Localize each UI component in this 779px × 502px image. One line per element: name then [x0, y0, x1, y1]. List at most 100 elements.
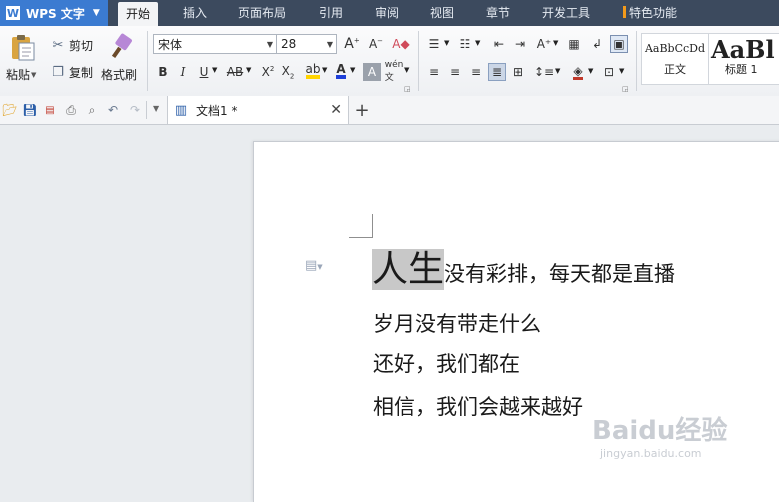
line-spacing-button[interactable]: ↕≡ [534, 63, 554, 81]
paragraph-dialog-launcher-icon[interactable]: ◲ [622, 85, 629, 93]
tab-special-features[interactable]: 特色功能 [615, 0, 685, 26]
chevron-down-icon[interactable]: ▼ [555, 67, 560, 75]
print-button[interactable]: ⎙ [62, 101, 80, 119]
ribbon-divider [418, 31, 419, 91]
italic-icon: I [180, 65, 186, 79]
chevron-down-icon[interactable]: ▼ [444, 39, 449, 47]
open-folder-button[interactable]: 📂︎ [1, 101, 19, 119]
distributed-button[interactable]: ⊞ [509, 63, 527, 81]
clear-format-button[interactable]: A◆ [392, 35, 410, 53]
margin-corner-mark [372, 214, 373, 238]
decrease-indent-icon: ⇤ [493, 37, 505, 51]
table-button[interactable]: ▦ [565, 35, 583, 53]
bold-button[interactable]: B [154, 63, 172, 81]
print-preview-button[interactable]: ⌕ [83, 101, 101, 119]
document-tab[interactable]: ▥ 文档1 * ✕ [167, 96, 349, 124]
style-heading1[interactable]: AaBl 标题 1 [708, 33, 779, 85]
tab-page-layout[interactable]: 页面布局 [230, 0, 294, 26]
chevron-down-icon[interactable]: ▼ [475, 39, 480, 47]
tab-insert[interactable]: 插入 [175, 0, 215, 26]
align-left-button[interactable]: ≡ [425, 63, 443, 81]
chevron-down-icon[interactable]: ▼ [404, 66, 409, 74]
font-name-value: 宋体 [158, 37, 183, 52]
chevron-down-icon[interactable]: ▼ [322, 66, 327, 74]
style-normal[interactable]: AaBbCcDd 正文 [641, 33, 709, 85]
doc-line-1[interactable]: 人生没有彩排，每天都是直播 [372, 240, 675, 292]
doc-line-3[interactable]: 还好，我们都在 [373, 348, 520, 378]
align-center-icon: ≡ [449, 65, 461, 79]
borders-button[interactable]: ⊡ [600, 63, 618, 81]
tab-section[interactable]: 章节 [478, 0, 518, 26]
underline-button[interactable]: U [195, 63, 213, 81]
grow-font-icon: A+ [344, 36, 360, 52]
undo-icon: ↶ [107, 103, 119, 117]
doc-line-4[interactable]: 相信，我们会越来越好 [373, 391, 583, 421]
copy-button[interactable]: ❐ 复制 [50, 64, 93, 81]
export-pdf-button[interactable]: ▤ [41, 101, 59, 119]
ribbon-divider [636, 31, 637, 91]
shrink-font-button[interactable]: A− [367, 35, 385, 53]
selected-text[interactable]: 人生 [372, 249, 445, 290]
format-painter-button[interactable] [108, 33, 134, 61]
paragraph-mark-icon: ↲ [591, 37, 603, 51]
text-direction-button[interactable]: ▣ [610, 35, 628, 53]
grow-font-button[interactable]: A+ [343, 35, 361, 53]
paste-button[interactable] [9, 33, 39, 63]
paste-label: 粘贴 [6, 68, 31, 82]
save-button[interactable]: 💾︎ [21, 101, 39, 119]
superscript-button[interactable]: X2 [259, 63, 277, 81]
font-color-button[interactable]: A [332, 62, 350, 80]
phonetic-guide-button[interactable]: wén 文 [384, 59, 404, 83]
align-right-button[interactable]: ≡ [467, 63, 485, 81]
orange-marker-icon [623, 6, 626, 18]
chevron-down-icon: ▼ [92, 8, 100, 18]
chevron-down-icon[interactable]: ▼ [588, 67, 593, 75]
shading-button[interactable]: ◈ [569, 63, 587, 81]
tab-review[interactable]: 审阅 [367, 0, 407, 26]
undo-button[interactable]: ↶ [104, 101, 122, 119]
chevron-down-icon[interactable]: ▼ [246, 66, 251, 74]
cut-button[interactable]: ✂ 剪切 [50, 37, 93, 54]
close-icon[interactable]: ✕ [330, 102, 342, 118]
font-size-select[interactable]: 28 ▼ [276, 34, 337, 54]
print-preview-icon: ⌕ [88, 102, 96, 117]
numbered-list-button[interactable]: ☷ [456, 35, 474, 53]
show-hide-marks-button[interactable]: ↲ [588, 35, 606, 53]
tab-home[interactable]: 开始 [118, 2, 159, 26]
tab-references[interactable]: 引用 [311, 0, 351, 26]
font-name-select[interactable]: 宋体 ▼ [153, 34, 277, 54]
phonetic-guide-icon: wén 文 [384, 59, 404, 83]
font-dialog-launcher-icon[interactable]: ◲ [404, 85, 411, 93]
new-tab-button[interactable]: + [353, 100, 371, 121]
tab-developer[interactable]: 开发工具 [534, 0, 598, 26]
strikethrough-button[interactable]: AB [224, 63, 246, 81]
tab-view[interactable]: 视图 [422, 0, 462, 26]
chevron-down-icon[interactable]: ▼ [619, 67, 624, 75]
cut-label: 剪切 [69, 39, 94, 53]
chevron-down-icon[interactable]: ▼ [350, 66, 355, 74]
app-menu-button[interactable]: W WPS 文字 ▼ [0, 0, 108, 26]
subscript-button[interactable]: X2 [279, 63, 297, 81]
increase-indent-button[interactable]: ⇥ [511, 35, 529, 53]
decrease-indent-button[interactable]: ⇤ [490, 35, 508, 53]
chinese-layout-button[interactable]: A⁺ [535, 35, 553, 53]
customize-toolbar-icon[interactable]: ▼ [153, 104, 159, 113]
align-center-button[interactable]: ≡ [446, 63, 464, 81]
align-left-icon: ≡ [428, 65, 440, 79]
bullet-list-button[interactable]: ☰ [425, 35, 443, 53]
chevron-down-icon[interactable]: ▼ [553, 39, 558, 47]
paste-label-button[interactable]: 粘贴 ▼ [6, 66, 36, 83]
chevron-down-icon[interactable]: ▼ [212, 66, 217, 74]
bullet-list-icon: ☰ [428, 37, 440, 51]
justify-button[interactable]: ≣ [488, 63, 506, 81]
paint-bucket-icon: ◈ [573, 63, 583, 80]
redo-icon: ↷ [129, 103, 141, 117]
italic-button[interactable]: I [174, 63, 192, 81]
redo-button[interactable]: ↷ [126, 101, 144, 119]
paragraph-handle-icon[interactable]: ▤▼ [305, 258, 323, 273]
char-shading-button[interactable]: A [363, 63, 381, 81]
doc-line-2[interactable]: 岁月没有带走什么 [373, 308, 541, 338]
font-size-value: 28 [281, 37, 297, 51]
highlight-button[interactable]: ab [304, 62, 322, 80]
watermark-text: Baidu经验 [592, 416, 728, 446]
